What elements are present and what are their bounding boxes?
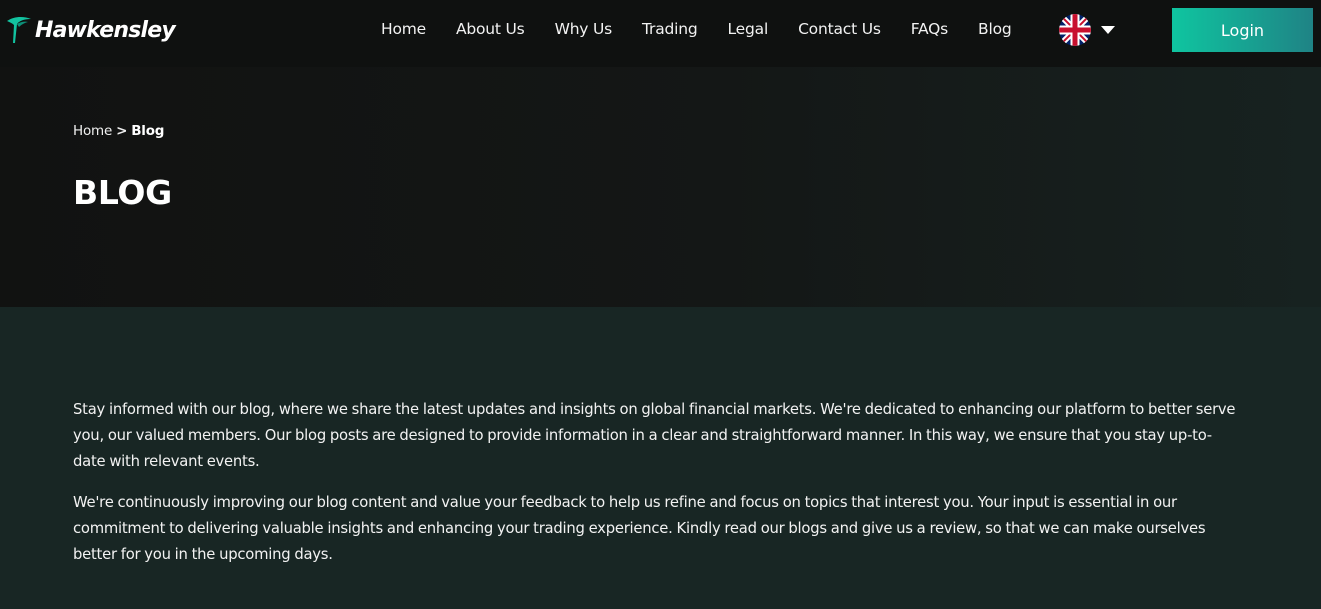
nav-why-us[interactable]: Why Us bbox=[555, 19, 613, 39]
nav-faqs[interactable]: FAQs bbox=[911, 19, 949, 39]
login-button[interactable]: Login bbox=[1172, 8, 1313, 52]
nav-legal[interactable]: Legal bbox=[728, 19, 769, 39]
nav-home[interactable]: Home bbox=[381, 19, 426, 39]
intro-paragraph: Stay informed with our blog, where we sh… bbox=[73, 401, 1236, 470]
feedback-paragraph: We're continuously improving our blog co… bbox=[73, 494, 1206, 563]
page-title: BLOG bbox=[73, 173, 172, 212]
nav-blog[interactable]: Blog bbox=[978, 19, 1012, 39]
top-navbar: Hawkensley Home About Us Why Us Trading … bbox=[0, 0, 1321, 67]
uk-flag-icon bbox=[1059, 14, 1091, 46]
breadcrumb-home-link[interactable]: Home bbox=[73, 123, 112, 139]
brand-name: Hawkensley bbox=[35, 17, 176, 43]
page-hero: Home > Blog BLOG bbox=[0, 67, 1321, 307]
nav-about-us[interactable]: About Us bbox=[456, 19, 525, 39]
blog-intro: Stay informed with our blog, where we sh… bbox=[73, 397, 1243, 568]
language-selector[interactable] bbox=[1059, 13, 1115, 47]
breadcrumb-separator: > bbox=[116, 123, 128, 139]
brand-logo[interactable]: Hawkensley bbox=[6, 12, 176, 48]
nav-trading[interactable]: Trading bbox=[642, 19, 698, 39]
hawk-logo-icon bbox=[7, 16, 31, 43]
breadcrumb-current: Blog bbox=[131, 123, 165, 139]
breadcrumb: Home > Blog bbox=[73, 123, 164, 139]
main-nav: Home About Us Why Us Trading Legal Conta… bbox=[381, 19, 1012, 39]
nav-contact-us[interactable]: Contact Us bbox=[798, 19, 881, 39]
caret-down-icon bbox=[1101, 26, 1115, 34]
